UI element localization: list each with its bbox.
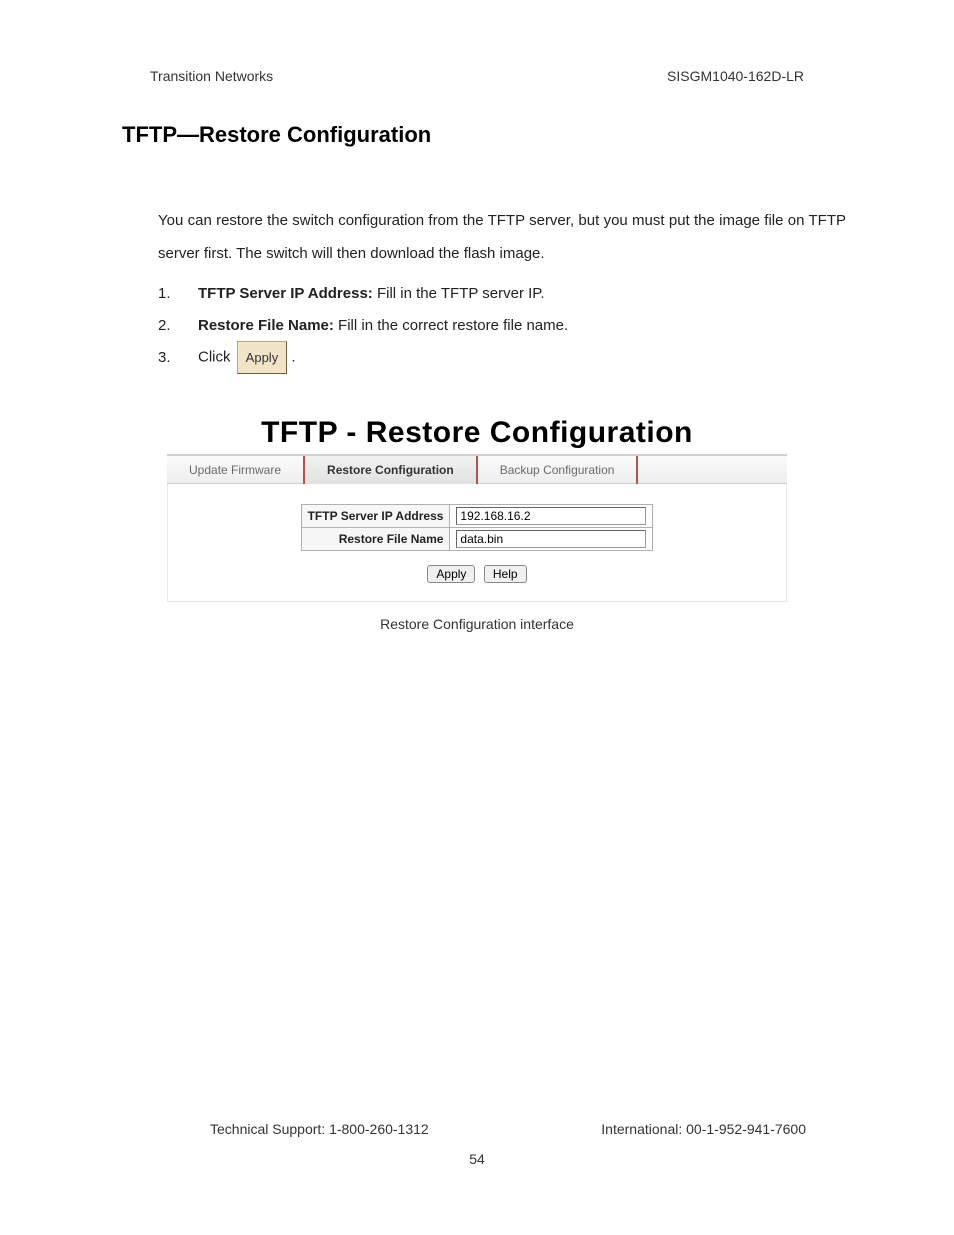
list-number: 1. — [158, 278, 178, 310]
ip-address-input[interactable] — [456, 507, 646, 525]
screenshot-heading: TFTP - Restore Configuration — [167, 416, 787, 454]
header-right: SISGM1040-162D-LR — [667, 68, 804, 84]
apply-button-inline: Apply — [237, 341, 288, 374]
tab-update-firmware[interactable]: Update Firmware — [167, 456, 305, 484]
list-item: 1. TFTP Server IP Address: Fill in the T… — [158, 278, 954, 310]
list-content: TFTP Server IP Address: Fill in the TFTP… — [198, 278, 954, 310]
header-left: Transition Networks — [150, 68, 273, 84]
step-label: TFTP Server IP Address: — [198, 285, 373, 302]
tab-backup-configuration[interactable]: Backup Configuration — [478, 456, 639, 484]
step-text: Fill in the TFTP server IP. — [373, 285, 545, 302]
list-item: 2. Restore File Name: Fill in the correc… — [158, 310, 954, 342]
list-content: Restore File Name: Fill in the correct r… — [198, 310, 954, 342]
button-row: Apply Help — [168, 565, 786, 583]
footer-left: Technical Support: 1-800-260-1312 — [210, 1121, 429, 1137]
step-text: Fill in the correct restore file name. — [334, 317, 568, 334]
file-name-cell — [450, 528, 653, 551]
form-panel: TFTP Server IP Address Restore File Name… — [167, 484, 787, 602]
footer-right: International: 00-1-952-941-7600 — [601, 1121, 806, 1137]
ip-address-label: TFTP Server IP Address — [301, 505, 450, 528]
table-row: TFTP Server IP Address — [301, 505, 653, 528]
figure-caption: Restore Configuration interface — [167, 616, 787, 632]
list-item: 3. Click Apply . — [158, 341, 954, 374]
list-number: 2. — [158, 310, 178, 342]
step-label: Restore File Name: — [198, 317, 334, 334]
section-title: TFTP—Restore Configuration — [0, 84, 954, 148]
page-number: 54 — [0, 1151, 954, 1167]
screenshot-figure: TFTP - Restore Configuration Update Firm… — [167, 416, 787, 632]
help-button[interactable]: Help — [484, 565, 527, 583]
form-table: TFTP Server IP Address Restore File Name — [301, 504, 654, 551]
list-number: 3. — [158, 342, 178, 374]
apply-button[interactable]: Apply — [427, 565, 475, 583]
intro-paragraph: You can restore the switch configuration… — [0, 148, 954, 270]
page-footer: Technical Support: 1-800-260-1312 Intern… — [0, 1121, 954, 1137]
ip-address-cell — [450, 505, 653, 528]
tab-restore-configuration[interactable]: Restore Configuration — [305, 456, 478, 484]
file-name-input[interactable] — [456, 530, 646, 548]
steps-list: 1. TFTP Server IP Address: Fill in the T… — [0, 270, 954, 374]
list-content: Click Apply . — [198, 341, 954, 374]
table-row: Restore File Name — [301, 528, 653, 551]
file-name-label: Restore File Name — [301, 528, 450, 551]
step-text-post: . — [287, 349, 295, 366]
step-text-pre: Click — [198, 349, 235, 366]
tabs-row: Update Firmware Restore Configuration Ba… — [167, 454, 787, 484]
page-header: Transition Networks SISGM1040-162D-LR — [0, 0, 954, 84]
